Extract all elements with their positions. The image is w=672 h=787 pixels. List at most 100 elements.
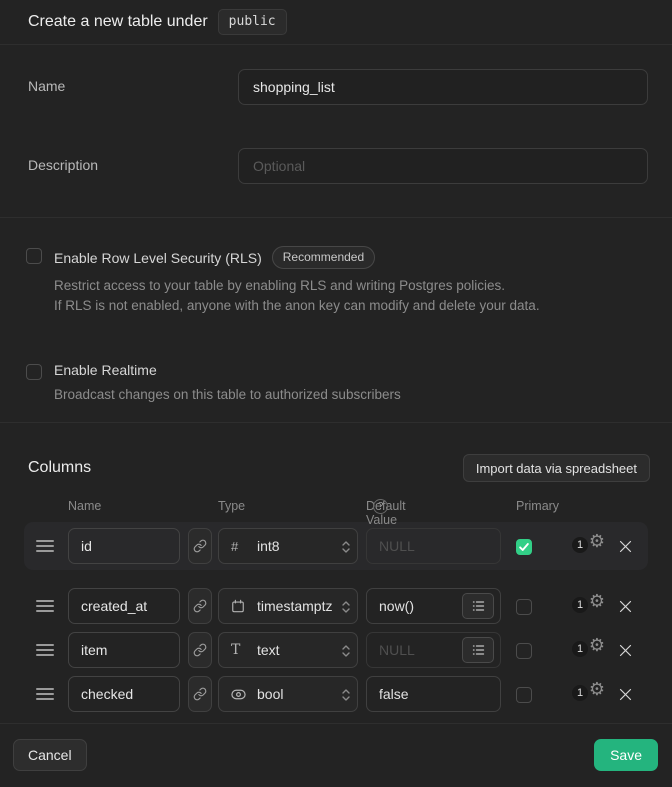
- settings-count-badge: 1: [572, 641, 588, 657]
- help-circle-icon[interactable]: ?: [373, 499, 388, 514]
- column-name-input[interactable]: [68, 528, 180, 564]
- column-settings-button[interactable]: 1 ⚙: [572, 640, 605, 660]
- foreign-key-button[interactable]: [188, 528, 212, 564]
- primary-checkbox[interactable]: [516, 599, 532, 615]
- description-form-row: Description: [28, 148, 648, 184]
- gear-icon: ⚙: [589, 680, 605, 700]
- link-icon: [193, 687, 207, 701]
- gear-icon: ⚙: [589, 592, 605, 612]
- rls-checkbox[interactable]: [26, 248, 42, 264]
- bool-icon: [231, 689, 249, 700]
- table-description-input[interactable]: [238, 148, 648, 184]
- close-icon: [619, 540, 632, 553]
- drag-handle-icon[interactable]: [36, 540, 54, 552]
- hash-icon: #: [231, 539, 249, 554]
- dialog-title: Create a new table under: [28, 13, 208, 31]
- column-default-field[interactable]: NULL: [366, 632, 501, 668]
- column-name-input[interactable]: [68, 676, 180, 712]
- close-icon: [619, 688, 632, 701]
- default-suggestions-button[interactable]: [462, 593, 494, 619]
- column-type-value: int8: [257, 538, 349, 554]
- link-icon: [193, 599, 207, 613]
- settings-count-badge: 1: [572, 597, 588, 613]
- column-type-select[interactable]: bool: [218, 676, 358, 712]
- list-icon: [472, 600, 485, 612]
- column-row-id: # int8 NULL 1 ⚙: [24, 522, 648, 570]
- check-icon: [518, 541, 530, 553]
- text-icon: T: [231, 642, 249, 658]
- rls-toggle-row: Enable Row Level Security (RLS) Recommen…: [26, 246, 644, 316]
- realtime-description: Broadcast changes on this table to autho…: [54, 385, 401, 405]
- primary-checkbox[interactable]: [516, 539, 532, 555]
- realtime-label-line: Enable Realtime: [54, 362, 401, 378]
- column-default-field[interactable]: now(): [366, 588, 501, 624]
- chevron-updown-icon: [342, 644, 350, 658]
- remove-column-button[interactable]: [617, 598, 634, 615]
- dialog-footer: Cancel Save: [0, 724, 672, 787]
- rls-description: Restrict access to your table by enablin…: [54, 276, 540, 316]
- rls-description-line1: Restrict access to your table by enablin…: [54, 276, 540, 296]
- import-spreadsheet-button[interactable]: Import data via spreadsheet: [463, 454, 650, 482]
- remove-column-button[interactable]: [617, 686, 634, 703]
- columns-head: Columns Import data via spreadsheet: [0, 454, 672, 482]
- column-type-select[interactable]: T text: [218, 632, 358, 668]
- column-settings-button[interactable]: 1 ⚙: [572, 536, 605, 556]
- name-form-row: Name: [28, 69, 648, 105]
- realtime-checkbox[interactable]: [26, 364, 42, 380]
- column-row-checked: bool false 1 ⚙: [0, 672, 672, 716]
- header-name: Name: [68, 499, 101, 513]
- default-value: now(): [379, 598, 462, 614]
- drag-handle-icon[interactable]: [36, 600, 54, 612]
- default-value: false: [379, 686, 494, 702]
- remove-column-button[interactable]: [617, 538, 634, 555]
- default-placeholder: NULL: [379, 538, 494, 554]
- settings-count-badge: 1: [572, 685, 588, 701]
- primary-checkbox[interactable]: [516, 643, 532, 659]
- table-name-input[interactable]: [238, 69, 648, 105]
- primary-checkbox[interactable]: [516, 687, 532, 703]
- rls-label-line: Enable Row Level Security (RLS) Recommen…: [54, 246, 540, 269]
- settings-count-badge: 1: [572, 537, 588, 553]
- close-icon: [619, 600, 632, 613]
- default-suggestions-button[interactable]: [462, 637, 494, 663]
- chevron-updown-icon: [342, 688, 350, 702]
- dialog-header: Create a new table under public: [0, 0, 672, 45]
- default-placeholder: NULL: [379, 642, 462, 658]
- cancel-button[interactable]: Cancel: [13, 739, 87, 771]
- rls-label: Enable Row Level Security (RLS): [54, 250, 262, 266]
- column-default-field[interactable]: NULL: [366, 528, 501, 564]
- column-settings-button[interactable]: 1 ⚙: [572, 596, 605, 616]
- list-icon: [472, 644, 485, 656]
- gear-icon: ⚙: [589, 636, 605, 656]
- column-type-value: text: [257, 642, 349, 658]
- foreign-key-button[interactable]: [188, 632, 212, 668]
- create-table-dialog: Create a new table under public Name Des…: [0, 0, 672, 787]
- header-primary: Primary: [516, 499, 559, 513]
- column-name-input[interactable]: [68, 632, 180, 668]
- column-type-select[interactable]: timestamptz: [218, 588, 358, 624]
- column-row-created-at: timestamptz now() 1 ⚙: [0, 584, 672, 628]
- column-type-value: bool: [257, 686, 349, 702]
- recommended-badge: Recommended: [272, 246, 375, 269]
- calendar-icon: [231, 599, 249, 613]
- chevron-updown-icon: [342, 600, 350, 614]
- column-default-field[interactable]: false: [366, 676, 501, 712]
- column-rows: # int8 NULL 1 ⚙: [0, 522, 672, 716]
- drag-handle-icon[interactable]: [36, 644, 54, 656]
- foreign-key-button[interactable]: [188, 676, 212, 712]
- foreign-key-button[interactable]: [188, 588, 212, 624]
- description-label: Description: [28, 148, 238, 184]
- column-settings-button[interactable]: 1 ⚙: [572, 684, 605, 704]
- gear-icon: ⚙: [589, 532, 605, 552]
- column-name-input[interactable]: [68, 588, 180, 624]
- rls-description-line2: If RLS is not enabled, anyone with the a…: [54, 296, 540, 316]
- remove-column-button[interactable]: [617, 642, 634, 659]
- drag-handle-icon[interactable]: [36, 688, 54, 700]
- link-icon: [193, 539, 207, 553]
- options-section: Enable Row Level Security (RLS) Recommen…: [0, 218, 672, 423]
- rls-body: Enable Row Level Security (RLS) Recommen…: [54, 246, 540, 316]
- columns-table-headers: Name Type Default Value ? Primary: [0, 499, 672, 513]
- column-type-select[interactable]: # int8: [218, 528, 358, 564]
- save-button[interactable]: Save: [594, 739, 658, 771]
- link-icon: [193, 643, 207, 657]
